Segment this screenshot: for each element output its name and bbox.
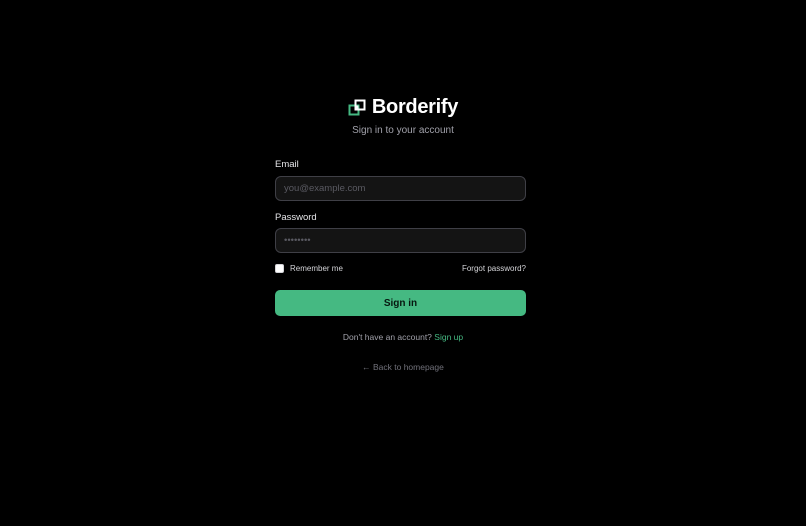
overlapping-squares-icon [348,99,366,115]
signup-prompt: Don't have an account? [342,332,432,342]
brand-name: Borderify [371,96,459,118]
remember-me-checkbox[interactable] [275,264,284,273]
password-label: Password [275,212,317,223]
email-field[interactable] [275,176,526,201]
back-to-homepage-link[interactable]: ← Back to homepage [362,362,444,372]
forgot-password-link[interactable]: Forgot password? [462,264,526,273]
back-row: ← Back to homepage [0,362,806,372]
brand-header: Borderify [0,96,806,119]
email-label: Email [275,159,299,170]
page-subtitle: Sign in to your account [352,125,454,136]
sign-in-button[interactable]: Sign in [275,290,526,316]
remember-me[interactable]: Remember me [275,264,343,273]
remember-me-label: Remember me [290,264,343,273]
sign-up-link[interactable]: Sign up [434,332,463,342]
login-page: Borderify Sign in to your account Email … [0,0,806,526]
signup-row: Don't have an account? Sign up [0,332,806,342]
password-field[interactable] [275,228,526,253]
